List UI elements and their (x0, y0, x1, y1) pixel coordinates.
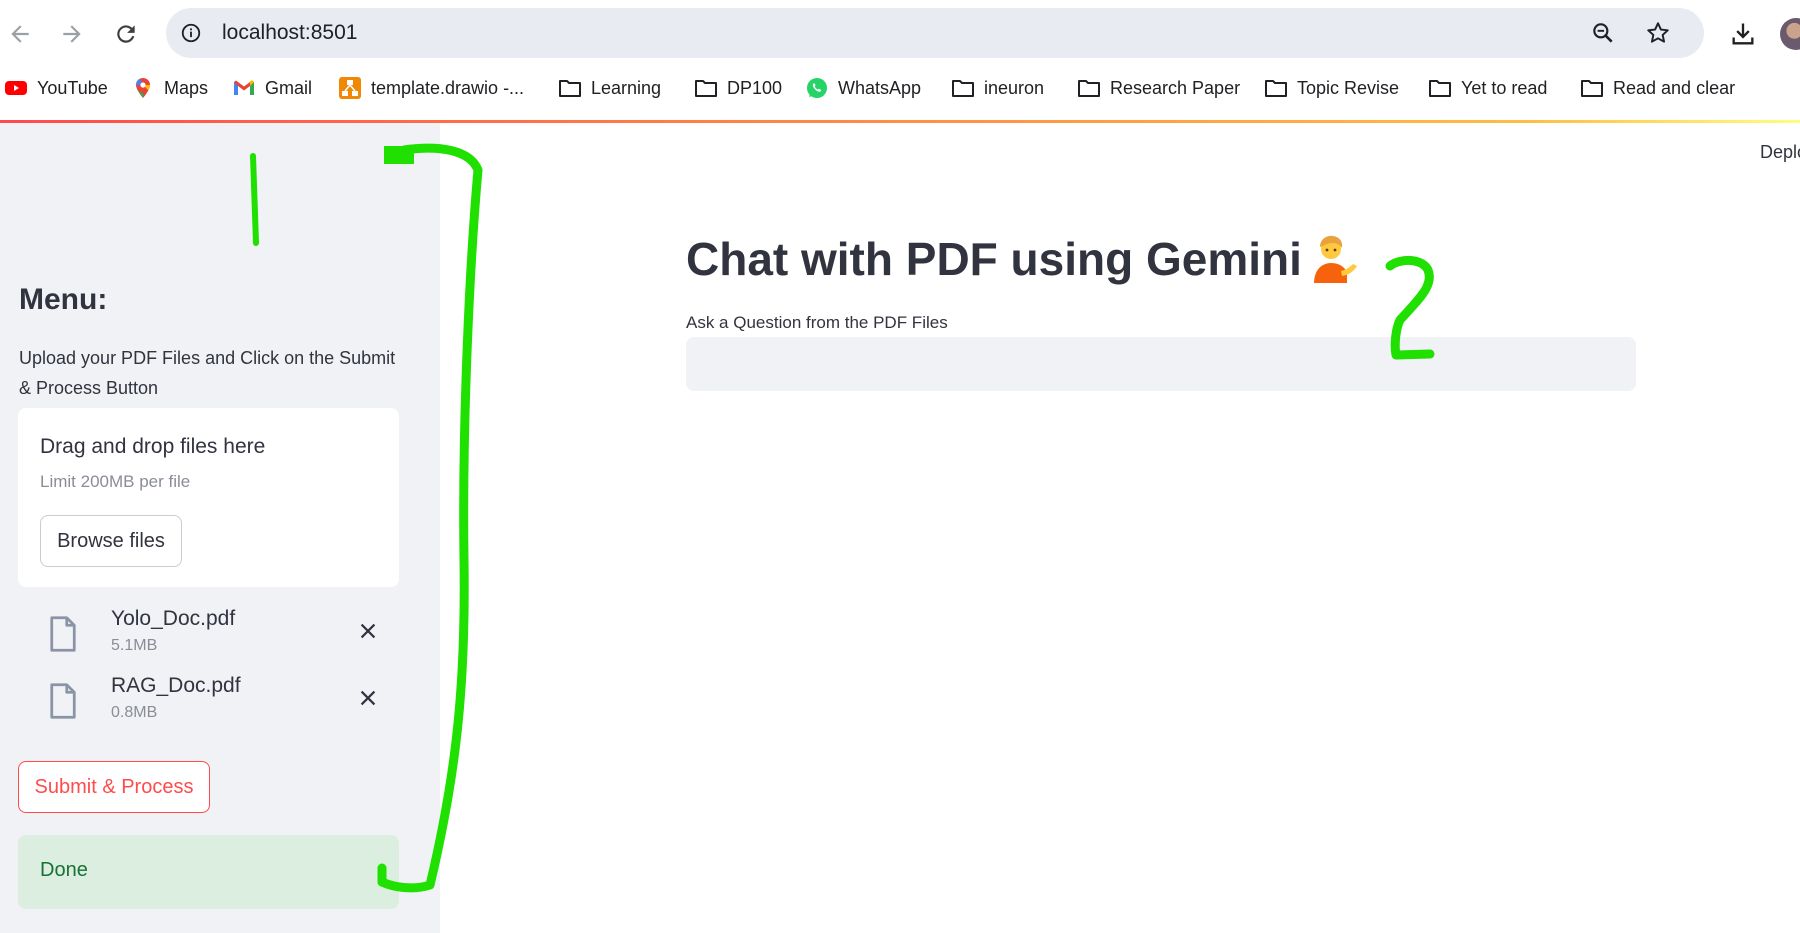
deploy-button[interactable]: Deploy (1760, 142, 1800, 163)
sidebar-title: Menu: (19, 283, 108, 316)
uploaded-file-item: RAG_Doc.pdf 0.8MB (18, 670, 399, 732)
bookmark-research-paper[interactable]: Research Paper (1077, 70, 1240, 106)
bookmark-read-and-clear[interactable]: Read and clear (1580, 70, 1735, 106)
drawio-icon (339, 77, 361, 99)
folder-icon (559, 80, 581, 97)
bookmark-label: YouTube (37, 77, 108, 98)
dropzone-text: Drag and drop files here (40, 435, 266, 458)
file-size: 0.8MB (111, 704, 158, 721)
bookmark-label: Gmail (265, 77, 313, 98)
bookmark-learning[interactable]: Learning (558, 70, 661, 106)
youtube-icon (5, 81, 27, 95)
sidebar-close-button[interactable]: ✕ (386, 145, 412, 171)
folder-icon (695, 80, 717, 97)
submit-process-button[interactable]: Submit & Process (18, 761, 210, 813)
remove-file-button[interactable] (354, 684, 382, 712)
arrow-right-icon (63, 25, 81, 43)
bookmark-label: Yet to read (1461, 77, 1548, 98)
site-info-icon[interactable] (176, 18, 206, 48)
bookmark-dp100[interactable]: DP100 (694, 70, 782, 106)
close-icon (360, 690, 376, 706)
bookmark-drawio[interactable]: template.drawio -... (338, 70, 524, 106)
folder-icon (952, 80, 974, 97)
bookmark-label: WhatsApp (838, 77, 922, 98)
sidebar: ✕ Menu: Upload your PDF Files and Click … (0, 123, 440, 933)
bookmarks-bar: YouTube Maps Gmail template.drawio -... … (0, 70, 1800, 106)
folder-icon (1265, 80, 1287, 97)
bookmark-label: ineuron (984, 77, 1045, 98)
folder-icon (1429, 80, 1451, 97)
download-icon[interactable] (1725, 16, 1761, 52)
bookmark-label: Learning (591, 77, 662, 98)
file-icon (50, 683, 76, 719)
bookmark-label: DP100 (727, 77, 783, 98)
bookmark-maps[interactable]: Maps (131, 70, 208, 106)
success-message: Done (40, 859, 88, 881)
remove-file-button[interactable] (354, 617, 382, 645)
question-input[interactable] (686, 337, 1636, 391)
profile-avatar[interactable] (1780, 18, 1800, 50)
bookmark-label: Maps (164, 77, 209, 98)
reload-button[interactable] (108, 16, 144, 52)
address-bar[interactable]: localhost:8501 (166, 8, 1704, 58)
bookmark-yet-to-read[interactable]: Yet to read (1428, 70, 1547, 106)
reload-icon (117, 25, 135, 43)
success-alert: Done (18, 835, 399, 909)
question-label: Ask a Question from the PDF Files (686, 313, 948, 332)
url-text[interactable]: localhost:8501 (222, 21, 357, 45)
gmail-icon (234, 80, 254, 95)
bookmark-gmail[interactable]: Gmail (232, 70, 312, 106)
folder-icon (1581, 80, 1603, 97)
bookmark-topic-revise[interactable]: Topic Revise (1264, 70, 1399, 106)
maps-pin-icon (136, 78, 151, 98)
bookmark-label: template.drawio -... (371, 77, 525, 98)
page-title-text: Chat with PDF using Gemini (686, 233, 1302, 285)
folder-icon (1078, 80, 1100, 97)
sidebar-description: Upload your PDF Files and Click on the S… (19, 348, 396, 398)
close-icon (360, 623, 376, 639)
back-button[interactable] (2, 16, 38, 52)
person-tipping-hand-icon (1313, 235, 1357, 283)
file-name: Yolo_Doc.pdf (111, 607, 236, 630)
zoom-icon[interactable] (1588, 18, 1618, 48)
file-size: 5.1MB (111, 637, 158, 654)
app-viewport: ✕ Menu: Upload your PDF Files and Click … (0, 120, 1800, 933)
arrow-left-icon (11, 25, 29, 43)
file-dropzone[interactable]: Drag and drop files here Limit 200MB per… (18, 408, 399, 587)
whatsapp-icon (807, 78, 827, 98)
file-name: RAG_Doc.pdf (111, 674, 241, 697)
browse-files-button[interactable]: Browse files (40, 515, 182, 567)
file-icon (50, 616, 76, 652)
bookmark-youtube[interactable]: YouTube (4, 70, 108, 106)
forward-button[interactable] (54, 16, 90, 52)
bookmark-label: Topic Revise (1297, 77, 1400, 98)
dropzone-limit-text: Limit 200MB per file (40, 472, 191, 491)
page-title: Chat with PDF using Gemini (686, 232, 1360, 286)
bookmark-label: Read and clear (1613, 77, 1736, 98)
bookmark-whatsapp[interactable]: WhatsApp (805, 70, 921, 106)
bookmark-ineuron[interactable]: ineuron (951, 70, 1044, 106)
uploaded-file-item: Yolo_Doc.pdf 5.1MB (18, 603, 399, 665)
bookmark-label: Research Paper (1110, 77, 1241, 98)
bookmark-star-icon[interactable] (1643, 18, 1673, 48)
